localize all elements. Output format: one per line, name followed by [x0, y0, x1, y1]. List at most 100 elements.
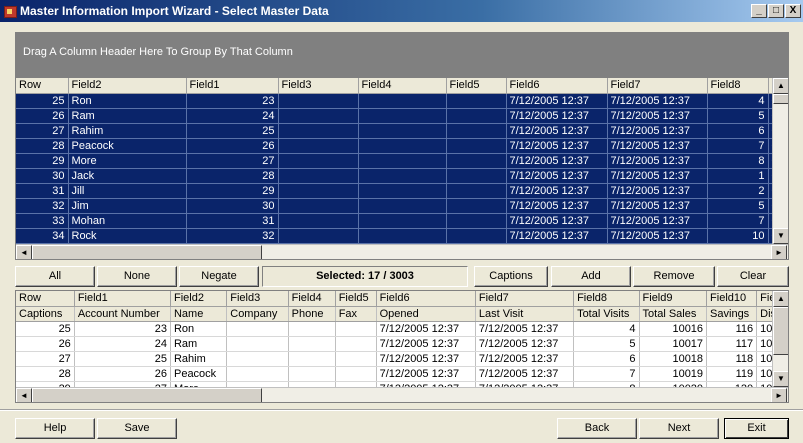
scroll-down-icon[interactable]: ▼: [773, 228, 788, 244]
caption-cell[interactable]: Name: [170, 306, 228, 322]
remove-button[interactable]: Remove: [633, 266, 715, 287]
select-none-button[interactable]: None: [97, 266, 177, 287]
column-header[interactable]: Field4: [288, 291, 336, 307]
column-header[interactable]: Field2: [68, 78, 187, 94]
table-cell: 7/12/2005 12:37: [506, 198, 608, 214]
captions-button[interactable]: Captions: [474, 266, 548, 287]
table-cell: 6: [573, 351, 640, 367]
column-header[interactable]: Field8: [707, 78, 769, 94]
horizontal-scroll-thumb[interactable]: [32, 245, 262, 259]
column-header[interactable]: Field3: [226, 291, 289, 307]
clear-button[interactable]: Clear: [717, 266, 789, 287]
caption-cell[interactable]: Company: [226, 306, 289, 322]
table-cell: 33: [16, 213, 69, 229]
scroll-left-icon[interactable]: ◄: [16, 388, 32, 402]
caption-cell[interactable]: Fax: [335, 306, 377, 322]
table-cell: [226, 336, 289, 352]
column-header[interactable]: Field7: [607, 78, 708, 94]
table-row[interactable]: 26 24 Ram 7/12/2005 12:37 7/12/2005 12:37 5 10…: [16, 336, 788, 352]
table-cell: Ron: [68, 93, 187, 109]
scroll-left-icon[interactable]: ◄: [16, 245, 32, 259]
table-cell: 25: [16, 321, 75, 337]
table-cell: 6: [707, 123, 769, 139]
minimize-button[interactable]: _: [751, 4, 767, 18]
scroll-thumb[interactable]: [773, 94, 788, 104]
save-button[interactable]: Save: [97, 418, 177, 439]
caption-cell[interactable]: Last Visit: [475, 306, 575, 322]
table-row[interactable]: 30Jack287/12/2005 12:377/12/2005 12:3710…: [16, 168, 788, 184]
bottom-grid-horizontal-scrollbar[interactable]: ◄ ►: [16, 387, 788, 402]
scroll-thumb[interactable]: [773, 307, 788, 355]
add-button[interactable]: Add: [551, 266, 631, 287]
caption-cell[interactable]: Phone: [288, 306, 336, 322]
scroll-right-icon[interactable]: ►: [771, 388, 787, 402]
table-row[interactable]: 26Ram247/12/2005 12:377/12/2005 12:37500…: [16, 108, 788, 124]
column-header[interactable]: Field2: [170, 291, 228, 307]
scroll-up-icon[interactable]: ▲: [773, 291, 788, 307]
table-cell: 7/12/2005 12:37: [607, 108, 708, 124]
table-cell: [446, 183, 507, 199]
table-cell: 10: [707, 228, 769, 244]
column-header[interactable]: Field9: [639, 291, 708, 307]
table-cell: 7/12/2005 12:37: [607, 153, 708, 169]
column-header[interactable]: Field4: [358, 78, 447, 94]
master-data-grid[interactable]: Row Field2 Field1 Field3 Field4 Field5 Field6 F…: [15, 77, 789, 260]
column-header[interactable]: Row: [16, 78, 69, 94]
table-cell: 25: [186, 123, 279, 139]
column-header[interactable]: Row: [16, 291, 75, 307]
column-header[interactable]: Field1: [186, 78, 279, 94]
table-cell: Ram: [170, 336, 228, 352]
table-row[interactable]: 28 Peacock 26 7/12/2005 12:37 7/12/2005 12:3…: [16, 138, 788, 154]
table-cell: 2: [707, 183, 769, 199]
next-button[interactable]: Next: [639, 418, 719, 439]
scroll-right-icon[interactable]: ►: [771, 245, 787, 259]
bottom-grid-vertical-scrollbar[interactable]: ▲ ▼: [772, 291, 788, 387]
column-header[interactable]: Field6: [506, 78, 608, 94]
column-header[interactable]: Field5: [446, 78, 507, 94]
caption-cell[interactable]: Total Visits: [573, 306, 640, 322]
caption-cell[interactable]: Total Sales: [639, 306, 708, 322]
group-by-panel[interactable]: Drag A Column Header Here To Group By Th…: [15, 32, 789, 77]
scroll-up-icon[interactable]: ▲: [773, 78, 788, 94]
table-cell: [358, 153, 447, 169]
caption-cell[interactable]: Account Number: [74, 306, 171, 322]
table-row[interactable]: 27 25 Rahim 7/12/2005 12:37 7/12/2005 12:37 6…: [16, 351, 788, 367]
table-row[interactable]: 33 Mohan 31 7/12/2005 12:37 7/12/2005 12:37 7…: [16, 213, 788, 229]
table-row[interactable]: 29More277/12/2005 12:377/12/2005 12:3780…: [16, 153, 788, 169]
column-header[interactable]: Field6: [376, 291, 476, 307]
horizontal-scroll-thumb[interactable]: [32, 388, 262, 402]
select-all-button[interactable]: All: [15, 266, 95, 287]
table-row[interactable]: 25 23 Ron 7/12/2005 12:37 7/12/2005 12:37 4 10…: [16, 321, 788, 337]
caption-cell[interactable]: Savings: [706, 306, 758, 322]
table-row[interactable]: 31Jill297/12/2005 12:377/12/2005 12:3720…: [16, 183, 788, 199]
negate-button[interactable]: Negate: [179, 266, 259, 287]
maximize-button[interactable]: □: [768, 4, 784, 18]
column-header[interactable]: Field1: [74, 291, 171, 307]
top-grid-horizontal-scrollbar[interactable]: ◄ ►: [16, 244, 788, 259]
column-header[interactable]: Field3: [278, 78, 359, 94]
table-row[interactable]: 34 Rock 32 7/12/2005 12:37 7/12/2005 12:37 10…: [16, 228, 788, 244]
caption-cell[interactable]: Captions: [16, 306, 75, 322]
scroll-down-icon[interactable]: ▼: [773, 371, 788, 387]
table-cell: [335, 366, 377, 382]
help-button[interactable]: Help: [15, 418, 95, 439]
table-cell: 32: [16, 198, 69, 214]
column-header[interactable]: Field10: [706, 291, 758, 307]
table-row[interactable]: 25Ron237/12/2005 12:377/12/2005 12:37400…: [16, 93, 788, 109]
column-header[interactable]: Field8: [573, 291, 640, 307]
exit-button[interactable]: Exit: [724, 418, 789, 439]
back-button[interactable]: Back: [557, 418, 637, 439]
close-button[interactable]: X: [785, 4, 801, 18]
caption-cell[interactable]: Opened: [376, 306, 476, 322]
table-cell: 7/12/2005 12:37: [506, 168, 608, 184]
table-cell: [446, 168, 507, 184]
column-header[interactable]: Field7: [475, 291, 575, 307]
table-cell: 5: [707, 108, 769, 124]
table-row[interactable]: 28 26 Peacock 7/12/2005 12:37 7/12/2005 12:3…: [16, 366, 788, 382]
table-row[interactable]: 32Jim307/12/2005 12:377/12/2005 12:37500…: [16, 198, 788, 214]
column-header[interactable]: Field5: [335, 291, 377, 307]
selected-fields-grid[interactable]: Row Field1 Field2 Field3 Field4 Field5 Field6 F…: [15, 290, 789, 403]
table-cell: 7/12/2005 12:37: [506, 228, 608, 244]
top-grid-vertical-scrollbar[interactable]: ▲ ▼: [772, 78, 788, 244]
table-row[interactable]: 27 Rahim 25 7/12/2005 12:37 7/12/2005 12:37 6…: [16, 123, 788, 139]
